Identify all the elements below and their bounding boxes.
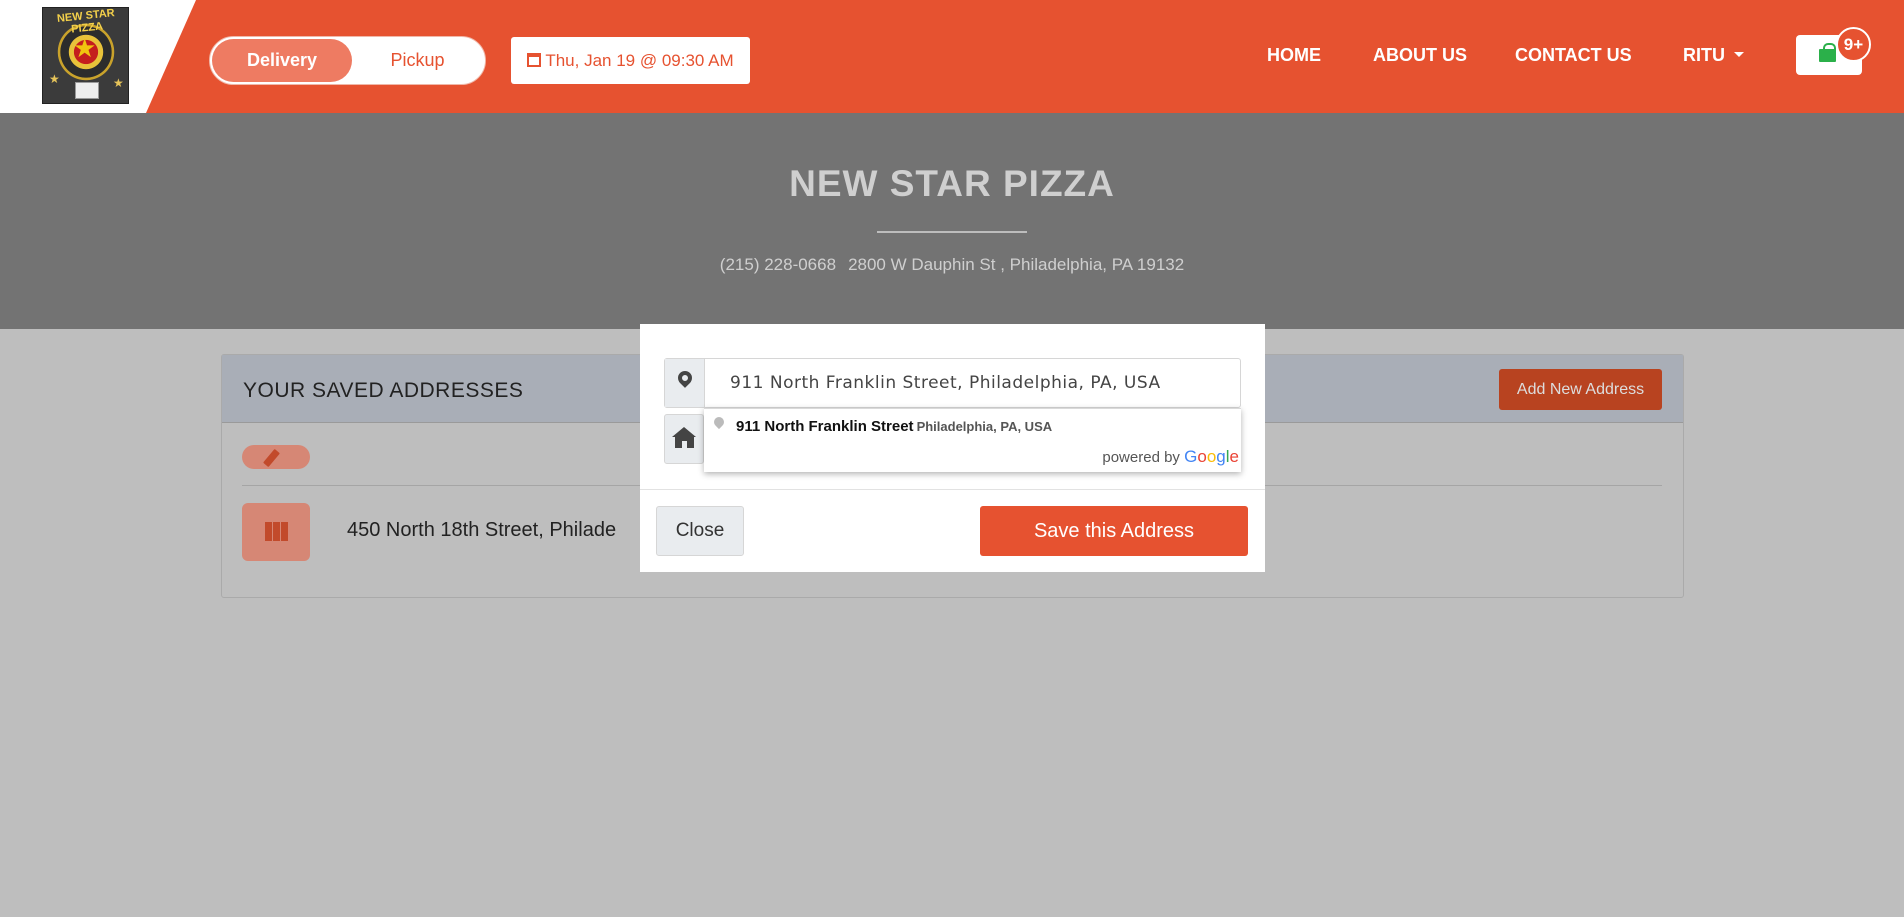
suggestion-marker-icon [711,414,727,430]
powered-by-label: powered by [1102,449,1180,466]
nav-home[interactable]: HOME [1267,45,1321,66]
address-search-input[interactable] [705,359,1240,407]
autocomplete-suggestion[interactable]: 911 North Franklin Street Philadelphia, P… [704,409,1241,439]
schedule-button[interactable]: Thu, Jan 19 @ 09:30 AM [511,37,750,84]
save-address-button[interactable]: Save this Address [980,506,1248,556]
card-title: YOUR SAVED ADDRESSES [243,379,524,402]
restaurant-phone: (215) 228-0668 [719,255,837,274]
home-icon [672,427,696,448]
modal-footer-divider [640,489,1265,490]
saved-address-text: 450 North 18th Street, Philade [347,519,617,541]
pickup-option[interactable]: Pickup [352,39,483,82]
map-icon [265,522,288,541]
close-button[interactable]: Close [656,506,744,556]
delivery-option[interactable]: Delivery [212,39,352,82]
order-mode-toggle: Delivery Pickup [209,36,486,85]
top-header: ★ NEW STAR PIZZA ★ ★ Delivery Pickup Thu… [0,0,1904,113]
add-new-address-button[interactable]: Add New Address [1499,369,1662,410]
edit-address-button[interactable] [242,445,310,469]
address-input-group [664,358,1241,408]
nav-contact-us[interactable]: CONTACT US [1515,45,1632,66]
restaurant-address: 2800 W Dauphin St , Philadelphia, PA 191… [848,255,1185,274]
restaurant-logo[interactable]: ★ NEW STAR PIZZA ★ ★ [42,7,129,104]
cart-count-badge: 9+ [1836,27,1871,62]
address-map-tile[interactable] [242,503,310,561]
address-label-addon [664,414,704,464]
user-menu[interactable]: RITU [1683,45,1744,66]
hero-banner: NEW STAR PIZZA (215) 228-0668 2800 W Daup… [0,113,1904,329]
map-marker-icon [675,368,695,388]
nav-about-us[interactable]: ABOUT US [1373,45,1467,66]
powered-by-google: powered by Google [1102,447,1239,467]
calendar-icon [527,53,542,67]
schedule-label: Thu, Jan 19 @ 09:30 AM [545,51,734,70]
caret-down-icon [1734,52,1744,57]
user-name: RITU [1683,45,1725,65]
pencil-icon [263,448,280,468]
suggestion-main-text: 911 North Franklin Street [736,418,914,435]
logo-area: ★ NEW STAR PIZZA ★ ★ [0,0,196,113]
restaurant-contact: (215) 228-0668 2800 W Dauphin St , Philad… [0,255,1904,275]
hero-divider [877,231,1027,233]
restaurant-name: NEW STAR PIZZA [789,163,1115,204]
autocomplete-dropdown: 911 North Franklin Street Philadelphia, P… [704,408,1241,472]
google-logo: Google [1184,447,1239,466]
add-address-modal: 911 North Franklin StreetPhiladelphia, P… [640,324,1265,572]
suggestion-secondary-text: Philadelphia, PA, USA [916,419,1053,434]
shopping-bag-icon [1819,43,1836,62]
address-addon [665,359,705,407]
